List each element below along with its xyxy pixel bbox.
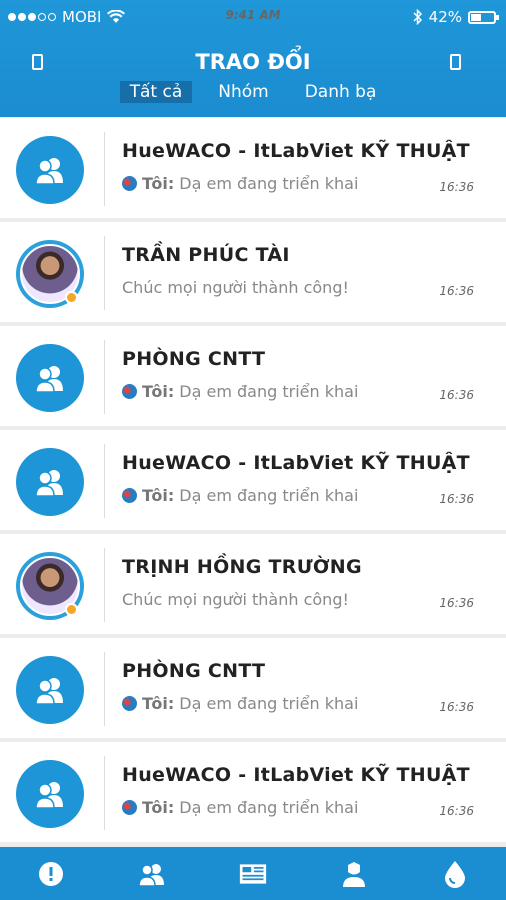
conversation-row[interactable]: PHÒNG CNTT Tôi: Dạ em đang triển khai 16:36 [0,326,506,426]
message-time: 16:36 [439,804,474,818]
sender-label: Tôi: [142,174,175,193]
conversation-row[interactable]: PHÒNG CNTT Tôi: Dạ em đang triển khai 16:36 [0,638,506,738]
conversation-row[interactable]: TRỊNH HỒNG TRƯỜNG Chúc mọi người thành cô… [0,534,506,634]
last-message: Tôi: Dạ em đang triển khai [122,382,358,401]
tab-contacts[interactable]: Danh bạ [295,81,387,103]
conversation-name: HueWACO - ItLabViet KỸ THUẬT [122,452,470,474]
conversation-name: PHÒNG CNTT [122,660,266,682]
battery-group: 42% [413,8,499,26]
status-bar: MOBI 9:41 AM 42% [0,0,506,36]
message-time: 16:36 [439,596,474,610]
divider [104,132,105,206]
water-drop-icon[interactable] [441,860,469,888]
tab-groups[interactable]: Nhóm [208,81,278,103]
message-time: 16:36 [439,284,474,298]
news-icon[interactable] [239,860,267,888]
conversation-row[interactable]: HueWACO - ItLabViet KỸ THUẬT Tôi: Dạ em đa… [0,742,506,842]
message-text: Dạ em đang triển khai [179,486,359,505]
message-time: 16:36 [439,180,474,194]
tab-bar: Tất cả Nhóm Danh bạ [0,81,506,103]
battery-icon [468,10,499,24]
last-message: Chúc mọi người thành công! [122,590,349,609]
last-message: Tôi: Dạ em đang triển khai [122,486,358,505]
message-text: Chúc mọi người thành công! [122,278,349,297]
tab-all[interactable]: Tất cả [119,81,193,103]
message-text: Dạ em đang triển khai [179,798,359,817]
divider [104,756,105,830]
divider [104,652,105,726]
last-message: Chúc mọi người thành công! [122,278,349,297]
message-text: Dạ em đang triển khai [179,174,359,193]
group-icon [35,366,63,393]
globe-icon [122,176,137,191]
sender-label: Tôi: [142,486,175,505]
last-message: Tôi: Dạ em đang triển khai [122,174,358,193]
profile-icon[interactable] [340,860,368,888]
message-text: Dạ em đang triển khai [179,382,359,401]
message-time: 16:36 [439,492,474,506]
alert-icon[interactable] [37,860,65,888]
group-avatar [16,344,84,412]
divider [104,548,105,622]
conversation-row[interactable]: HueWACO - ItLabViet KỸ THUẬT Tôi: Dạ em đa… [0,430,506,530]
globe-icon [122,384,137,399]
globe-icon [122,800,137,815]
group-icon [35,782,63,809]
app-header: MOBI 9:41 AM 42% TRAO ĐỔI Tất cả Nhóm Da… [0,0,506,117]
conversation-row[interactable]: HueWACO - ItLabViet KỸ THUẬT Tôi: Dạ em đa… [0,118,506,218]
online-status-dot [65,603,78,616]
conversation-name: TRẦN PHÚC TÀI [122,244,290,266]
sender-label: Tôi: [142,382,175,401]
conversation-name: TRỊNH HỒNG TRƯỜNG [122,556,362,578]
message-text: Dạ em đang triển khai [179,694,359,713]
group-icon [35,158,63,185]
group-avatar [16,448,84,516]
contacts-icon[interactable] [138,860,166,888]
user-avatar [16,552,84,620]
group-avatar [16,136,84,204]
divider [104,340,105,414]
group-avatar [16,656,84,724]
compose-button[interactable] [450,54,461,70]
battery-percent: 42% [428,8,462,26]
bluetooth-icon [413,9,422,25]
globe-icon [122,696,137,711]
group-avatar [16,760,84,828]
message-time: 16:36 [439,388,474,402]
group-icon [35,470,63,497]
user-avatar [16,240,84,308]
last-message: Tôi: Dạ em đang triển khai [122,798,358,817]
globe-icon [122,488,137,503]
page-title: TRAO ĐỔI [195,50,311,74]
group-icon [35,678,63,705]
conversation-name: PHÒNG CNTT [122,348,266,370]
last-message: Tôi: Dạ em đang triển khai [122,694,358,713]
online-status-dot [65,291,78,304]
conversation-name: HueWACO - ItLabViet KỸ THUẬT [122,140,470,162]
message-time: 16:36 [439,700,474,714]
divider [104,444,105,518]
conversation-row[interactable]: TRẦN PHÚC TÀI Chúc mọi người thành công! 1… [0,222,506,322]
sender-label: Tôi: [142,798,175,817]
conversation-name: HueWACO - ItLabViet KỸ THUẬT [122,764,470,786]
message-text: Chúc mọi người thành công! [122,590,349,609]
divider [104,236,105,310]
sender-label: Tôi: [142,694,175,713]
bottom-tab-bar [0,847,506,900]
